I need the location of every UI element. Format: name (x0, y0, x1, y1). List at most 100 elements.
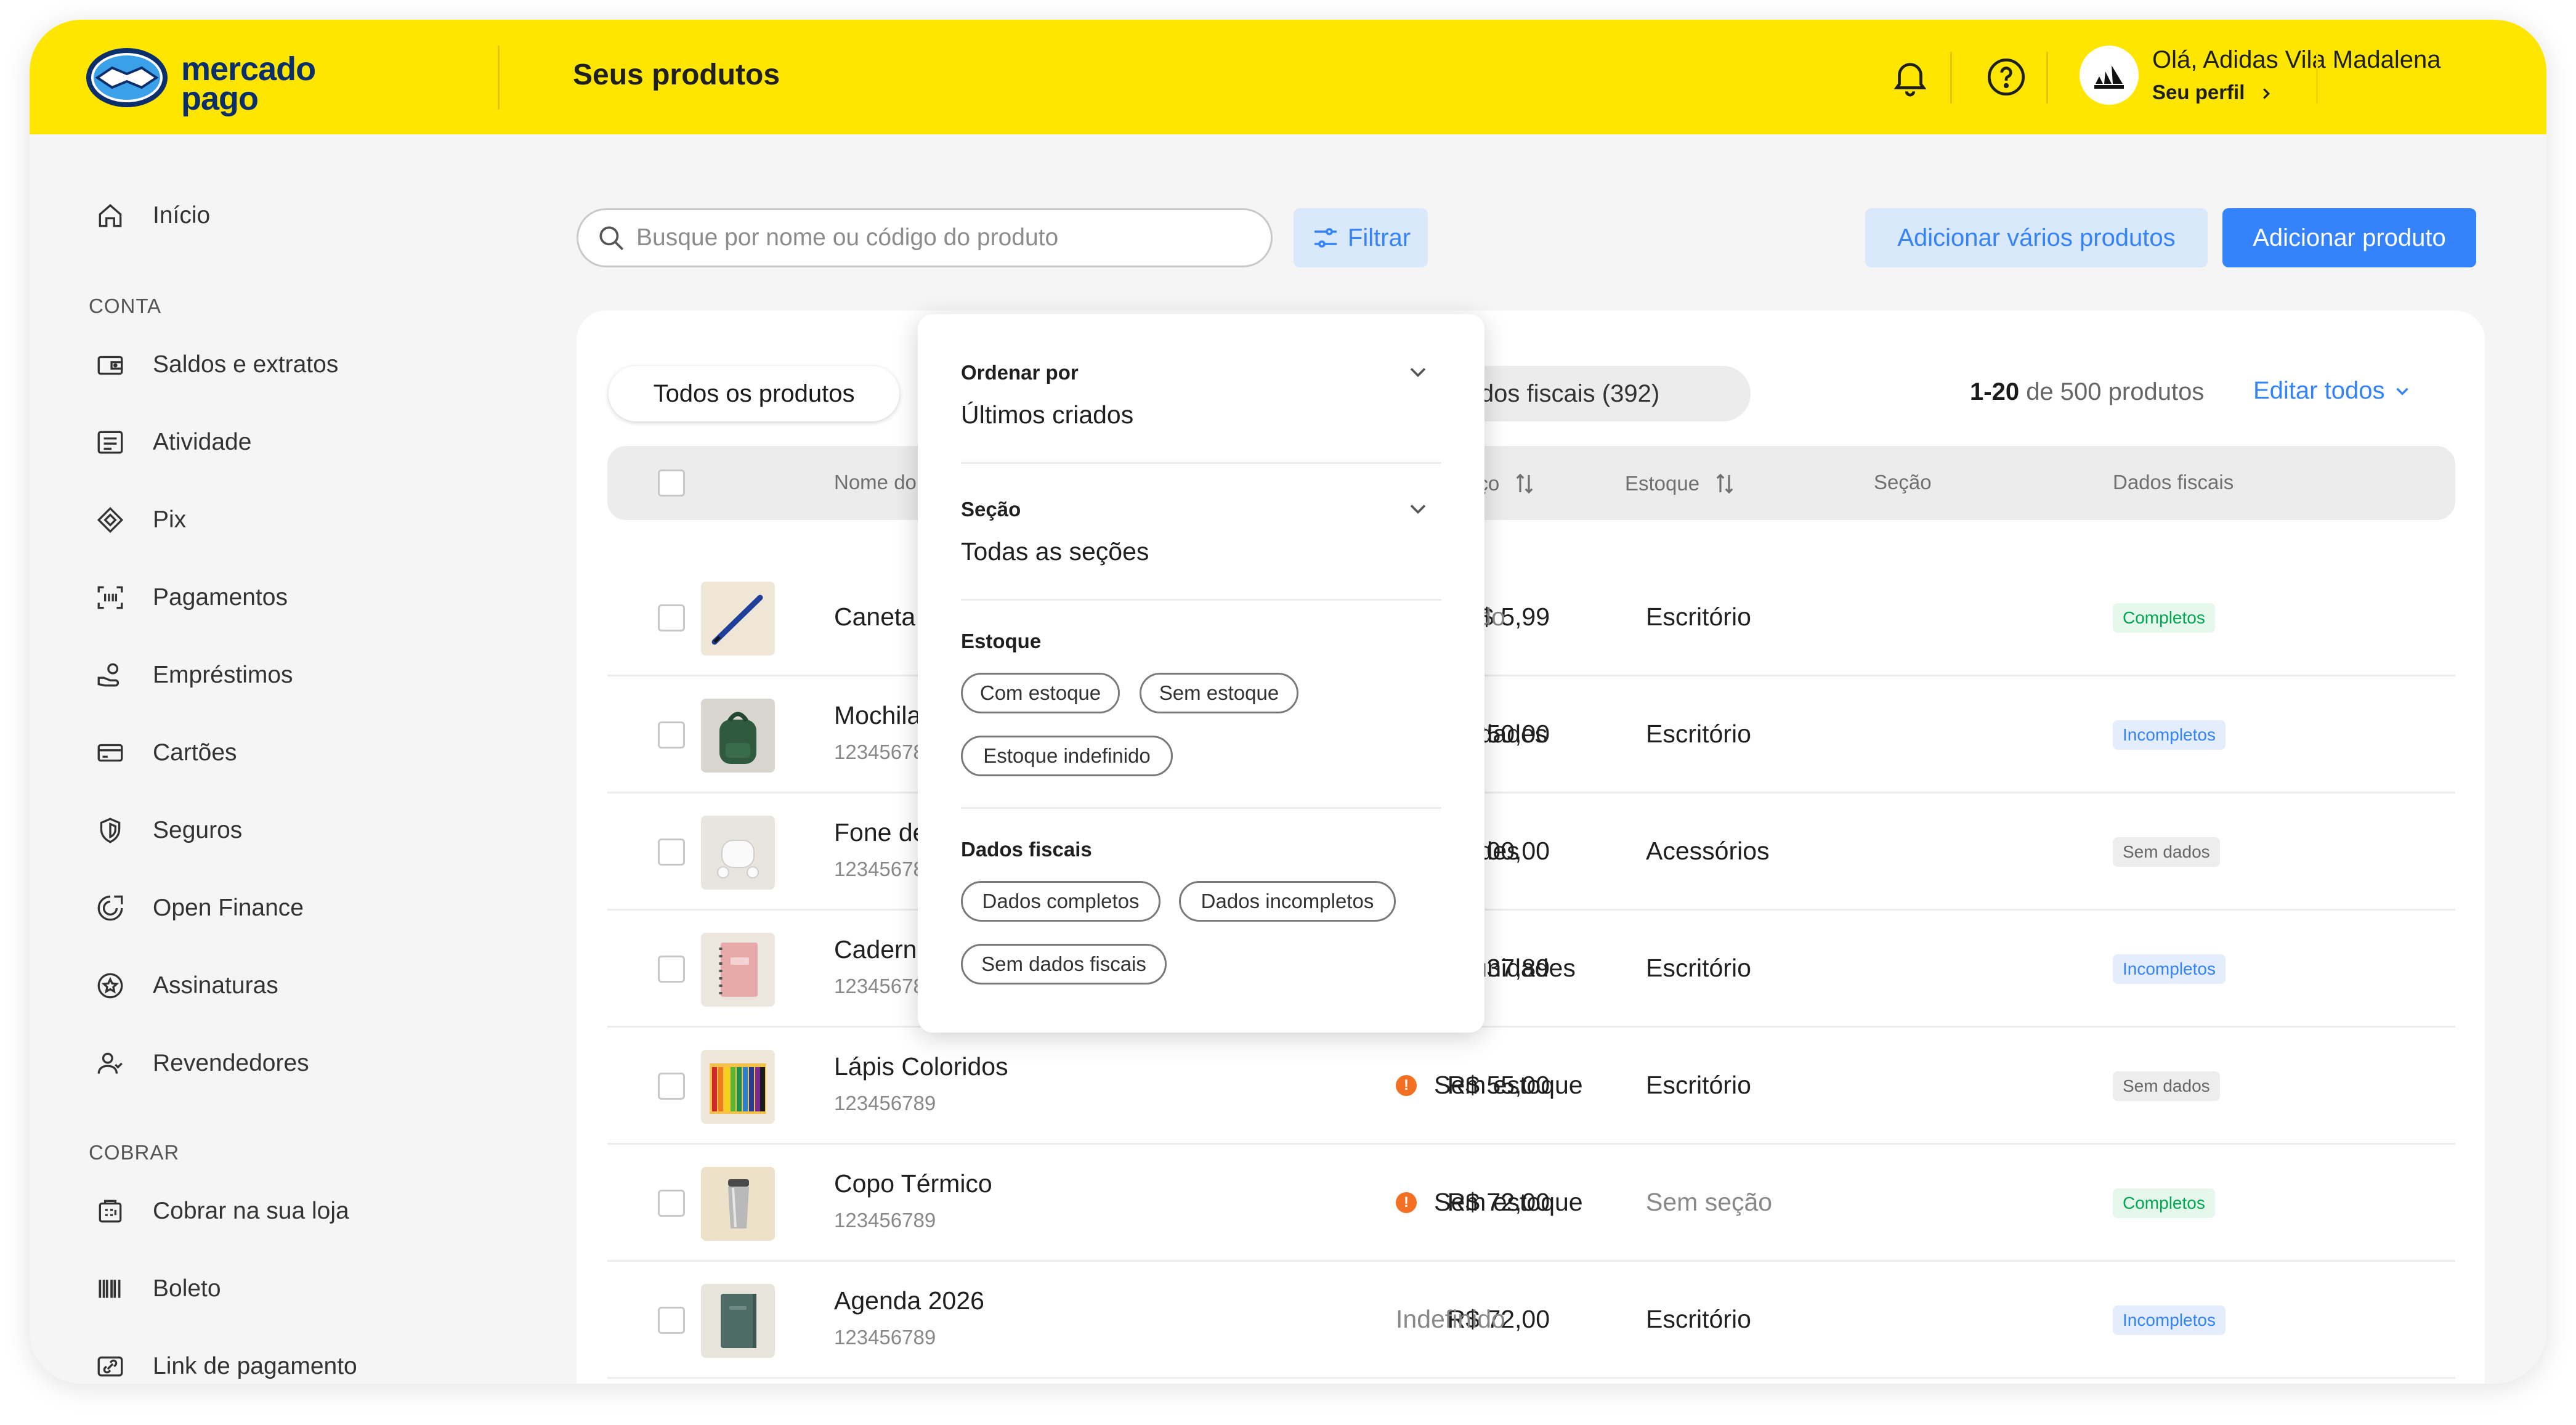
product-stock-value: Indefinido (1396, 1305, 1505, 1333)
row-checkbox[interactable] (658, 604, 685, 631)
product-code: 123456789 (834, 1209, 936, 1232)
sidebar-item-atividade[interactable]: Atividade (95, 418, 251, 467)
product-code: 123456789 (834, 1326, 936, 1349)
chip-fiscal-incomplete[interactable]: Dados incompletos (1179, 881, 1396, 922)
select-all-checkbox[interactable] (658, 469, 685, 497)
home-icon (99, 204, 122, 227)
avatar[interactable] (2080, 46, 2139, 105)
sidebar-item-link-pagamento[interactable]: Link de pagamento (95, 1342, 357, 1384)
activity-list-icon (97, 431, 123, 454)
sidebar-item-label: Cobrar na sua loja (153, 1198, 349, 1224)
shield-icon (100, 818, 121, 843)
sidebar-item-inicio[interactable]: Início (95, 191, 210, 240)
product-code: 123456789 (834, 858, 921, 880)
search-box[interactable] (577, 208, 1273, 267)
bell-icon[interactable] (1889, 55, 1932, 99)
product-name[interactable]: Fone de ouvido (834, 818, 921, 847)
product-name[interactable]: Lápis Coloridos (834, 1052, 1008, 1081)
chip-with-stock[interactable]: Com estoque (961, 673, 1120, 713)
fiscal-status-badge: Incompletos (2113, 954, 2226, 984)
filter-button[interactable]: Filtrar (1294, 208, 1428, 267)
table-row[interactable]: Agenda 2026 123456789 R$ 72,00 Indefinido Es… (607, 1262, 2455, 1379)
product-name[interactable]: Agenda 2026 (834, 1286, 984, 1315)
order-by-select[interactable]: Últimos criados (961, 400, 1133, 429)
barcode-scan-icon (97, 586, 123, 609)
product-name[interactable]: Caderno (834, 935, 921, 964)
add-many-products-button[interactable]: Adicionar vários produtos (1865, 208, 2208, 267)
help-icon[interactable] (1985, 55, 2028, 99)
column-header-stock[interactable]: Estoque (1625, 471, 1738, 497)
table-row[interactable]: Mochila123456789R$ 250,00180 unidadesEsc… (607, 676, 2455, 794)
sort-icon (1516, 473, 1533, 494)
sidebar-item-cobrar-loja[interactable]: Cobrar na sua loja (95, 1187, 349, 1236)
top-bar: mercado pago Seus produtos Olá, Adidas V… (30, 20, 2546, 134)
stock-filter-label: Estoque (961, 630, 1042, 652)
store-payment-icon (99, 1200, 122, 1223)
row-checkbox[interactable] (658, 721, 685, 749)
edit-all-button[interactable]: Editar todos (2253, 377, 2413, 405)
alert-icon: ! (1396, 1192, 1417, 1213)
table-row[interactable]: Caderno123456789R$ 37,8999999 unidadesEs… (607, 911, 2455, 1028)
sidebar-item-seguros[interactable]: Seguros (95, 806, 242, 855)
search-input[interactable] (636, 224, 1252, 251)
chip-no-stock[interactable]: Sem estoque (1140, 673, 1298, 713)
loan-hand-icon (97, 663, 119, 687)
edit-all-label: Editar todos (2253, 377, 2385, 404)
sidebar-item-emprestimos[interactable]: Empréstimos (95, 651, 293, 700)
table-row[interactable]: Lápis Coloridos 123456789 R$ 55,00! Sem est… (607, 1028, 2455, 1145)
chip-undefined-stock[interactable]: Estoque indefinido (961, 736, 1173, 776)
fiscal-status-badge: Incompletos (2113, 1305, 2226, 1335)
product-name[interactable]: Copo Térmico (834, 1169, 992, 1198)
chevron-down-icon[interactable] (1404, 359, 1432, 386)
row-checkbox[interactable] (658, 1307, 685, 1334)
chip-no-fiscal-data[interactable]: Sem dados fiscais (961, 944, 1167, 985)
payment-link-icon (97, 1356, 123, 1377)
sidebar: Início CONTA Saldos e extratos Atividade… (30, 134, 535, 1384)
row-checkbox[interactable] (658, 956, 685, 983)
sidebar-item-cartoes[interactable]: Cartões (95, 728, 237, 777)
product-section: Escritório (1646, 1071, 1751, 1099)
section-filter-select[interactable]: Todas as seções (961, 537, 1149, 566)
row-checkbox[interactable] (658, 1190, 685, 1217)
sidebar-item-assinaturas[interactable]: Assinaturas (95, 961, 278, 1010)
row-checkbox[interactable] (658, 1073, 685, 1100)
product-name[interactable]: Mochila (834, 701, 921, 730)
product-thumbnail (701, 816, 775, 890)
sort-icon (1716, 473, 1733, 494)
chip-fiscal-complete[interactable]: Dados completos (961, 881, 1160, 922)
sidebar-item-label: Open Finance (153, 895, 304, 921)
product-section: Escritório (1646, 954, 1751, 982)
product-section: Sem seção (1646, 1188, 1773, 1216)
table-row[interactable]: Fone de ouvido123456789R$ 100,009 unidad… (607, 794, 2455, 911)
column-header-fiscal: Dados fiscais (2113, 471, 2234, 493)
mercado-pago-logo[interactable]: mercado pago (84, 43, 330, 115)
sidebar-item-revendedores[interactable]: Revendedores (95, 1039, 309, 1088)
add-product-button[interactable]: Adicionar produto (2222, 208, 2476, 267)
tab-all-products[interactable]: Todos os produtos (609, 366, 899, 421)
sidebar-item-label: Início (153, 202, 211, 229)
filter-sliders-icon (1314, 228, 1337, 248)
sidebar-item-label: Seguros (153, 817, 243, 843)
product-section: Escritório (1646, 720, 1751, 748)
sidebar-item-label: Empréstimos (153, 662, 293, 688)
table-row[interactable]: Copo Térmico 123456789 R$ 72,00! Sem estoqu… (607, 1145, 2455, 1262)
sidebar-item-boleto[interactable]: Boleto (95, 1264, 221, 1313)
open-finance-icon (97, 895, 123, 921)
product-name[interactable]: Caneta (834, 603, 915, 631)
sidebar-item-pagamentos[interactable]: Pagamentos (95, 573, 288, 622)
sidebar-item-pix[interactable]: Pix (95, 495, 186, 545)
fiscal-status-badge: Sem dados (2113, 837, 2220, 867)
sidebar-item-open-finance[interactable]: Open Finance (95, 883, 304, 933)
chevron-down-icon[interactable] (1404, 495, 1432, 522)
search-icon (599, 226, 624, 251)
row-checkbox[interactable] (658, 838, 685, 866)
product-thumbnail (701, 933, 775, 1007)
table-row[interactable]: CanetaR$ 5,99IndefinidoEscritórioComplet… (607, 559, 2455, 676)
column-header-name[interactable]: Nome do produto (834, 471, 920, 494)
sidebar-item-saldos[interactable]: Saldos e extratos (95, 340, 338, 389)
app-window: mercado pago Seus produtos Olá, Adidas V… (30, 20, 2546, 1384)
pagination-total: de 500 produtos (2026, 378, 2205, 405)
profile-link[interactable]: Seu perfil (2152, 79, 2275, 106)
filter-button-label: Filtrar (1347, 224, 1411, 251)
fiscal-filter-label: Dados fiscais (961, 838, 1092, 861)
